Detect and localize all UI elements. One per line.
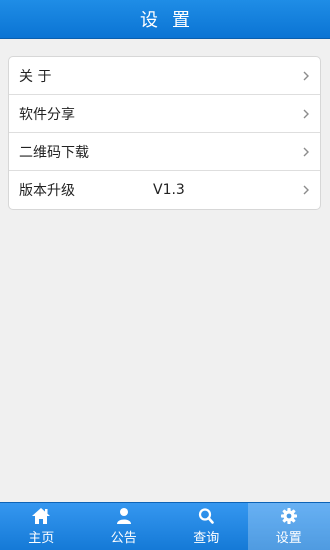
tab-label: 公告 bbox=[110, 531, 137, 546]
tab-label: 查询 bbox=[193, 531, 220, 546]
tab-search[interactable]: 查询 bbox=[165, 503, 248, 550]
search-icon bbox=[199, 508, 215, 524]
home-icon bbox=[32, 508, 51, 524]
tab-settings[interactable]: 设置 bbox=[247, 503, 330, 550]
chevron-right-icon bbox=[303, 71, 309, 81]
menu-item-label: 版本升级 bbox=[19, 183, 75, 199]
menu-item-about[interactable]: 关 于 bbox=[9, 57, 320, 95]
menu-item-share[interactable]: 软件分享 bbox=[9, 95, 320, 133]
chevron-right-icon bbox=[303, 109, 309, 119]
settings-menu-list: 关 于 软件分享 二维码下载 版本升级 V1.3 bbox=[8, 56, 321, 210]
menu-item-label: 软件分享 bbox=[19, 106, 75, 123]
menu-item-qrcode-download[interactable]: 二维码下载 bbox=[9, 133, 320, 171]
person-icon bbox=[116, 508, 131, 524]
bottom-tab-bar: 主页 公告 查询 设置 bbox=[0, 502, 330, 550]
menu-item-label: 关 于 bbox=[19, 68, 52, 85]
chevron-right-icon bbox=[303, 185, 309, 195]
gear-icon bbox=[280, 508, 297, 524]
tab-announcement[interactable]: 公告 bbox=[83, 503, 166, 550]
version-value: V1.3 bbox=[153, 182, 185, 198]
page-title: 设置 bbox=[140, 10, 204, 31]
menu-item-version-upgrade[interactable]: 版本升级 V1.3 bbox=[9, 171, 320, 209]
tab-home[interactable]: 主页 bbox=[0, 503, 83, 550]
tab-label: 主页 bbox=[28, 531, 55, 546]
content-area: 关 于 软件分享 二维码下载 版本升级 V1.3 bbox=[0, 39, 330, 502]
menu-item-label: 二维码下载 bbox=[19, 144, 89, 161]
title-bar: 设置 bbox=[0, 0, 330, 39]
tab-label: 设置 bbox=[275, 531, 302, 546]
chevron-right-icon bbox=[303, 147, 309, 157]
